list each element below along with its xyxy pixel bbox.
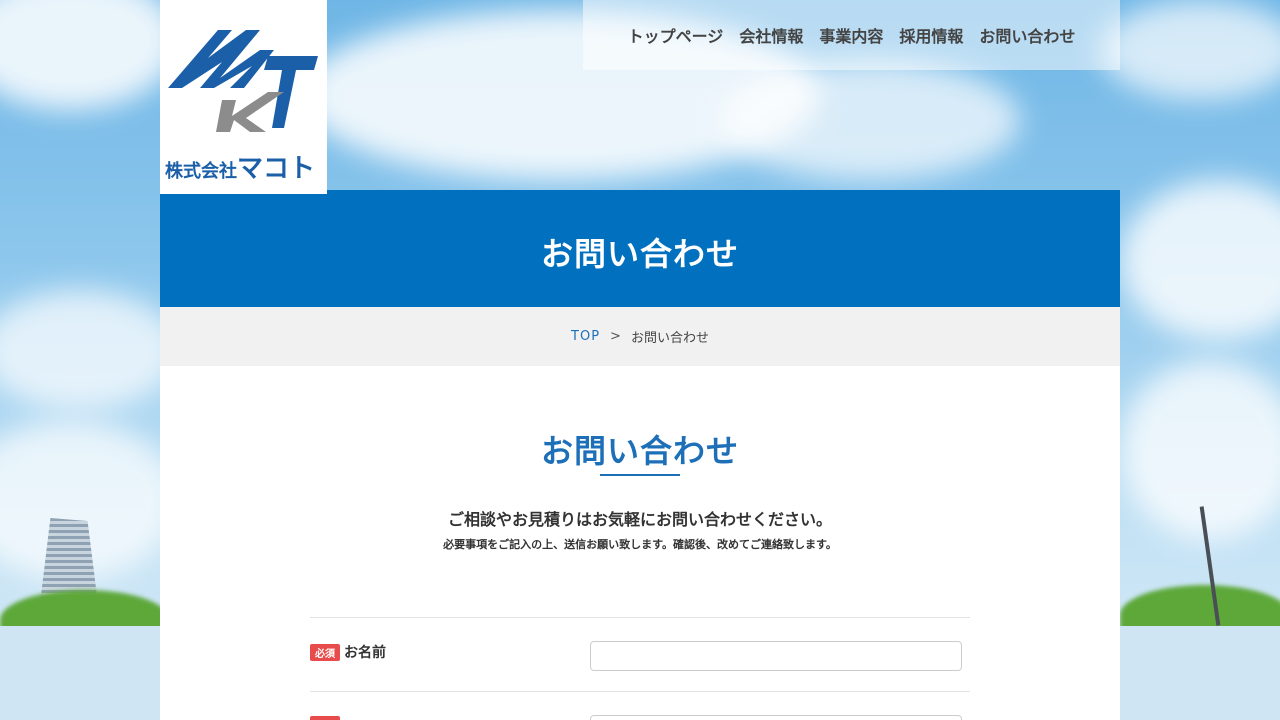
logo-company-name: 株式会社マコト — [165, 154, 316, 184]
page-title: お問い合わせ — [540, 234, 739, 273]
nav-item-top[interactable]: トップページ — [628, 23, 724, 47]
main-content: お問い合わせ ご相談やお見積りはお気軽にお問い合わせください。 必要事項をご記入… — [160, 366, 1120, 720]
breadcrumb-home-link[interactable]: TOP — [571, 329, 600, 344]
field-label: 必須 お名前 — [310, 642, 386, 662]
section-title: お問い合わせ — [540, 432, 739, 470]
section-title-underline — [600, 474, 680, 476]
required-badge: 必須 — [310, 716, 340, 720]
breadcrumb-current: お問い合わせ — [630, 331, 709, 346]
field-label: 必須 — [310, 716, 340, 720]
nav-item-contact[interactable]: お問い合わせ — [979, 23, 1075, 47]
page-hero: お問い合わせ — [160, 190, 1120, 307]
name-input[interactable] — [590, 641, 962, 671]
company-logo[interactable]: 株式会社マコト — [160, 0, 327, 194]
form-row-name: 必須 お名前 — [310, 617, 970, 691]
nav-item-company[interactable]: 会社情報 — [739, 23, 803, 47]
section-sublead: 必要事項をご記入の上、送信お願い致します。確認後、改めてご連絡致します。 — [443, 538, 837, 551]
required-badge: 必須 — [310, 643, 340, 661]
form-row-next: 必須 — [310, 691, 970, 720]
nav-item-business[interactable]: 事業内容 — [819, 23, 883, 47]
next-input[interactable] — [590, 715, 962, 720]
breadcrumb-separator: > — [610, 329, 621, 344]
page-container: 株式会社マコト トップページ 会社情報 事業内容 採用情報 お問い合わせ お問い… — [160, 0, 1120, 720]
nav-item-recruit[interactable]: 採用情報 — [899, 23, 963, 47]
section-lead: ご相談やお見積りはお気軽にお問い合わせください。 — [447, 510, 832, 529]
breadcrumb: TOP > お問い合わせ — [160, 307, 1120, 366]
global-nav: トップページ 会社情報 事業内容 採用情報 お問い合わせ — [583, 0, 1120, 70]
mkt-logo-mark — [168, 30, 318, 132]
